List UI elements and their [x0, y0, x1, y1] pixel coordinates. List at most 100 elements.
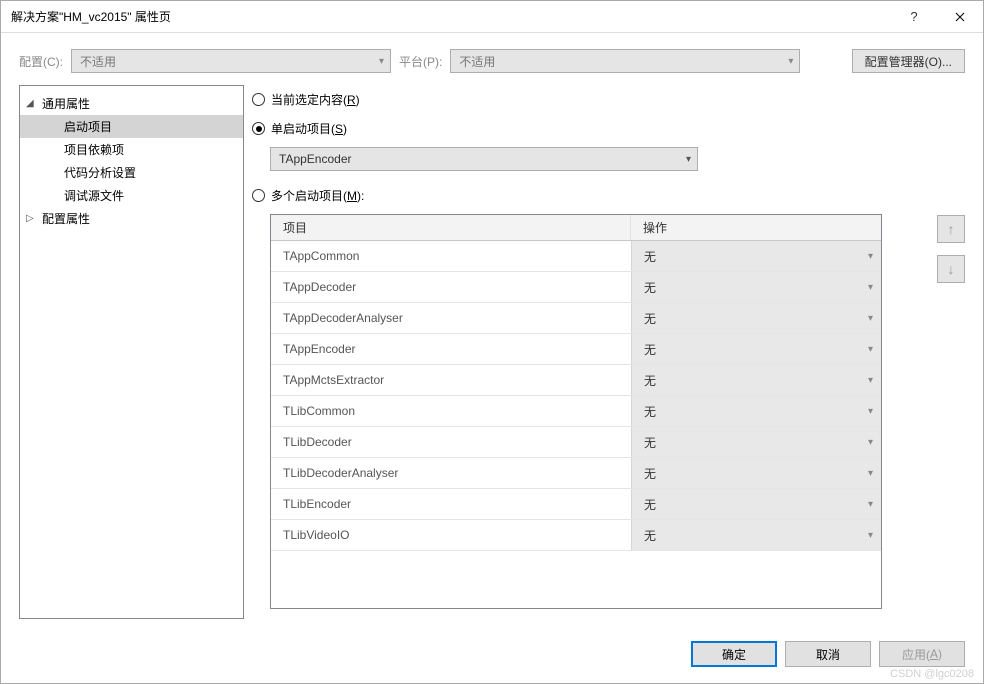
- tree-item-code-analysis[interactable]: 代码分析设置: [20, 161, 243, 184]
- radio-icon: [252, 93, 265, 106]
- apply-button[interactable]: 应用(A): [879, 641, 965, 667]
- table-cell-operation[interactable]: 无▾: [631, 272, 881, 302]
- table-header-operation[interactable]: 操作: [631, 215, 881, 240]
- platform-dropdown[interactable]: 不适用 ▾: [450, 49, 800, 73]
- chevron-down-icon: ▾: [868, 468, 873, 479]
- tree-panel: ◢ 通用属性 启动项目 项目依赖项 代码分析设置 调试源文件 ▷ 配置属性: [19, 85, 244, 619]
- platform-value: 不适用: [459, 53, 495, 70]
- table-cell-project: TLibVideoIO: [271, 520, 631, 550]
- table-cell-project: TAppCommon: [271, 241, 631, 271]
- cancel-button[interactable]: 取消: [785, 641, 871, 667]
- chevron-down-icon: ▾: [868, 282, 873, 293]
- multi-startup-table: 项目 操作 TAppCommon无▾TAppDecoder无▾TAppDecod…: [270, 214, 882, 609]
- chevron-down-icon: ▾: [868, 437, 873, 448]
- help-button[interactable]: ?: [891, 1, 937, 33]
- tree-label: 调试源文件: [64, 187, 124, 204]
- window-title: 解决方案"HM_vc2015" 属性页: [11, 8, 891, 25]
- dropdown-value: TAppEncoder: [279, 152, 352, 166]
- single-startup-dropdown[interactable]: TAppEncoder ▾: [270, 147, 698, 171]
- move-down-button[interactable]: ↓: [937, 255, 965, 283]
- move-up-button[interactable]: ↑: [937, 215, 965, 243]
- table-header: 项目 操作: [271, 215, 881, 241]
- chevron-down-icon: ▾: [868, 499, 873, 510]
- tree-item-startup[interactable]: 启动项目: [20, 115, 243, 138]
- radio-current-selection[interactable]: 当前选定内容(R): [252, 89, 929, 110]
- table-cell-operation[interactable]: 无▾: [631, 241, 881, 271]
- table-cell-project: TAppDecoderAnalyser: [271, 303, 631, 333]
- content-main: 当前选定内容(R) 单启动项目(S) TAppEncoder ▾ 多个启动项目(…: [252, 85, 929, 619]
- chevron-down-icon: ▾: [868, 251, 873, 262]
- side-buttons: ↑ ↓: [937, 85, 965, 619]
- table-cell-project: TAppMctsExtractor: [271, 365, 631, 395]
- caret-right-icon: ▷: [26, 213, 36, 224]
- config-dropdown[interactable]: 不适用 ▾: [71, 49, 391, 73]
- chevron-down-icon: ▾: [868, 406, 873, 417]
- table-cell-operation[interactable]: 无▾: [631, 427, 881, 457]
- table-cell-project: TLibCommon: [271, 396, 631, 426]
- tree-item-common-props[interactable]: ◢ 通用属性: [20, 92, 243, 115]
- table-header-project[interactable]: 项目: [271, 215, 631, 240]
- radio-single-startup[interactable]: 单启动项目(S): [252, 118, 929, 139]
- table-row[interactable]: TAppDecoder无▾: [271, 272, 881, 303]
- table-cell-operation[interactable]: 无▾: [631, 303, 881, 333]
- config-manager-button[interactable]: 配置管理器(O)...: [852, 49, 965, 73]
- table-cell-operation[interactable]: 无▾: [631, 520, 881, 550]
- radio-icon: [252, 189, 265, 202]
- table-row[interactable]: TLibCommon无▾: [271, 396, 881, 427]
- radio-multi-startup[interactable]: 多个启动项目(M):: [252, 185, 929, 206]
- chevron-down-icon: ▾: [686, 154, 691, 165]
- table-cell-project: TAppEncoder: [271, 334, 631, 364]
- chevron-down-icon: ▾: [788, 56, 793, 67]
- dialog-window: 解决方案"HM_vc2015" 属性页 ? 配置(C): 不适用 ▾ 平台(P)…: [0, 0, 984, 684]
- table-cell-project: TLibDecoderAnalyser: [271, 458, 631, 488]
- table-row[interactable]: TLibVideoIO无▾: [271, 520, 881, 551]
- tree-item-debug-source[interactable]: 调试源文件: [20, 184, 243, 207]
- radio-icon: [252, 122, 265, 135]
- table-cell-operation[interactable]: 无▾: [631, 396, 881, 426]
- table-cell-project: TLibEncoder: [271, 489, 631, 519]
- tree-label: 启动项目: [64, 118, 112, 135]
- config-label: 配置(C):: [19, 53, 63, 70]
- table-body: TAppCommon无▾TAppDecoder无▾TAppDecoderAnal…: [271, 241, 881, 551]
- chevron-down-icon: ▾: [868, 375, 873, 386]
- radio-label: 单启动项目(S): [271, 120, 347, 137]
- table-cell-project: TAppDecoder: [271, 272, 631, 302]
- chevron-down-icon: ▾: [868, 530, 873, 541]
- config-value: 不适用: [80, 53, 116, 70]
- footer: 确定 取消 应用(A): [1, 629, 983, 683]
- tree-item-config-props[interactable]: ▷ 配置属性: [20, 207, 243, 230]
- config-bar: 配置(C): 不适用 ▾ 平台(P): 不适用 ▾ 配置管理器(O)...: [1, 33, 983, 85]
- chevron-down-icon: ▾: [868, 344, 873, 355]
- table-cell-operation[interactable]: 无▾: [631, 458, 881, 488]
- table-cell-operation[interactable]: 无▾: [631, 489, 881, 519]
- platform-label: 平台(P):: [399, 53, 442, 70]
- table-cell-operation[interactable]: 无▾: [631, 334, 881, 364]
- chevron-down-icon: ▾: [379, 56, 384, 67]
- tree-item-project-deps[interactable]: 项目依赖项: [20, 138, 243, 161]
- table-row[interactable]: TAppCommon无▾: [271, 241, 881, 272]
- table-row[interactable]: TLibDecoderAnalyser无▾: [271, 458, 881, 489]
- main-area: ◢ 通用属性 启动项目 项目依赖项 代码分析设置 调试源文件 ▷ 配置属性: [1, 85, 983, 629]
- arrow-up-icon: ↑: [948, 221, 955, 237]
- ok-button[interactable]: 确定: [691, 641, 777, 667]
- radio-label: 当前选定内容(R): [271, 91, 360, 108]
- close-button[interactable]: [937, 1, 983, 33]
- close-icon: [955, 12, 965, 22]
- table-row[interactable]: TAppEncoder无▾: [271, 334, 881, 365]
- tree-label: 配置属性: [42, 210, 90, 227]
- table-row[interactable]: TAppMctsExtractor无▾: [271, 365, 881, 396]
- table-cell-project: TLibDecoder: [271, 427, 631, 457]
- table-row[interactable]: TLibDecoder无▾: [271, 427, 881, 458]
- chevron-down-icon: ▾: [868, 313, 873, 324]
- tree-label: 项目依赖项: [64, 141, 124, 158]
- tree-label: 代码分析设置: [64, 164, 136, 181]
- arrow-down-icon: ↓: [948, 261, 955, 277]
- watermark: CSDN @lgc0208: [890, 668, 974, 680]
- titlebar: 解决方案"HM_vc2015" 属性页 ?: [1, 1, 983, 33]
- tree-label: 通用属性: [42, 95, 90, 112]
- table-row[interactable]: TLibEncoder无▾: [271, 489, 881, 520]
- caret-down-icon: ◢: [26, 98, 36, 109]
- content-panel: 当前选定内容(R) 单启动项目(S) TAppEncoder ▾ 多个启动项目(…: [252, 85, 965, 619]
- table-cell-operation[interactable]: 无▾: [631, 365, 881, 395]
- table-row[interactable]: TAppDecoderAnalyser无▾: [271, 303, 881, 334]
